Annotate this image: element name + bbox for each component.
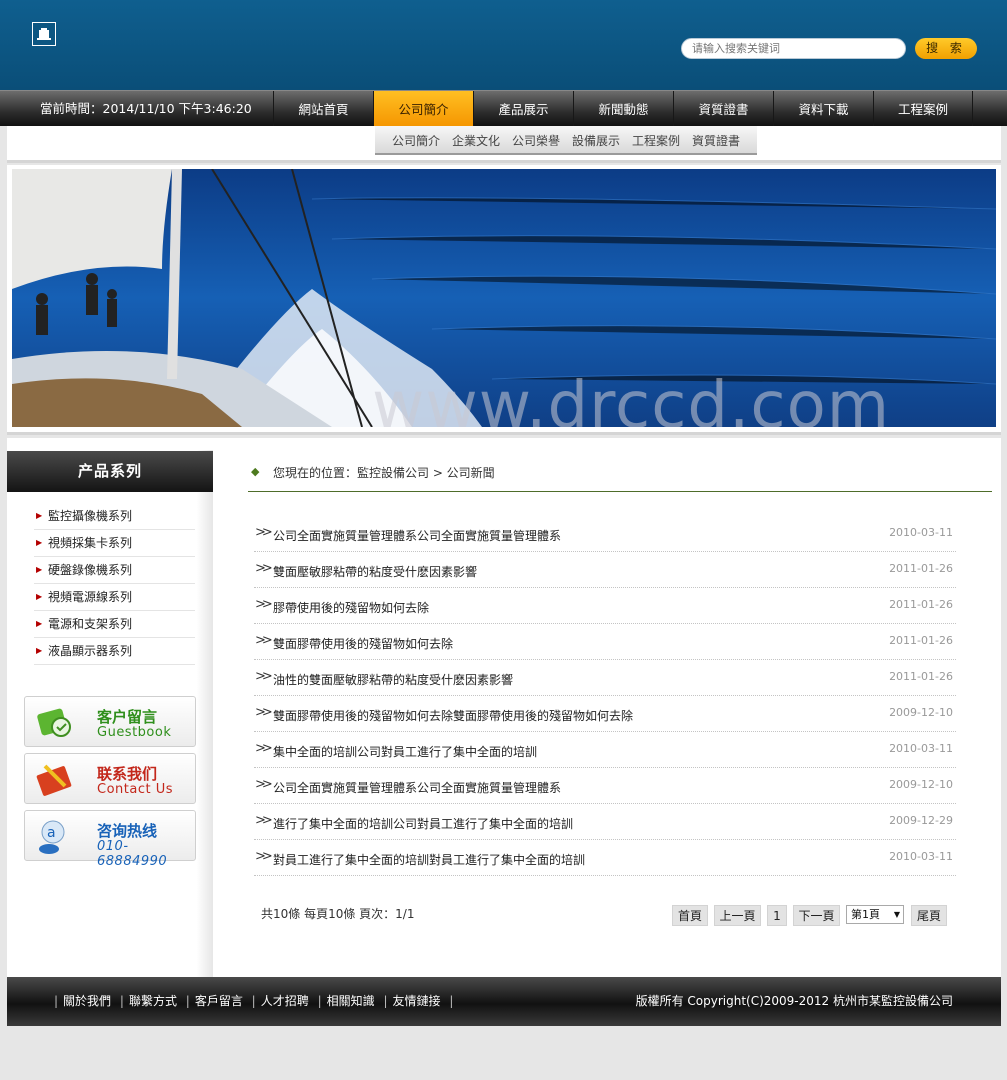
- page-select[interactable]: 第1頁 ▼: [846, 905, 904, 924]
- nav-item-downloads[interactable]: 資料下載: [773, 91, 873, 127]
- subnav-item-equipment[interactable]: 設備展示: [572, 126, 620, 153]
- news-list: >> 公司全面實施質量管理體系公司全面實施質量管理體系 2010-03-11 >> 雙…: [254, 516, 956, 876]
- current-page[interactable]: 1: [767, 905, 787, 926]
- contact-us-button[interactable]: 联系我们 Contact Us: [24, 753, 196, 804]
- footer-link-about[interactable]: 關於我們: [63, 994, 111, 1008]
- nav-item-certificates[interactable]: 資質證書: [673, 91, 773, 127]
- news-item[interactable]: >> 公司全面實施質量管理體系公司全面實施質量管理體系 2010-03-11: [254, 516, 956, 552]
- news-item[interactable]: >> 公司全面實施質量管理體系公司全面實施質量管理體系 2009-12-10: [254, 768, 956, 804]
- double-chevron-icon: >>: [255, 525, 273, 540]
- sidebar-item-dvr[interactable]: ▶ 硬盤錄像機系列: [34, 557, 195, 584]
- news-item[interactable]: >> 集中全面的培訓公司對員工進行了集中全面的培訓 2010-03-11: [254, 732, 956, 768]
- nav-item-products[interactable]: 產品展示: [473, 91, 573, 127]
- double-chevron-icon: >>: [255, 597, 273, 612]
- breadcrumb: ◆ 您現在的位置：監控設備公司 > 公司新聞: [248, 459, 992, 492]
- sidebar-item-power-mounts[interactable]: ▶ 電源和支架系列: [34, 611, 195, 638]
- news-item[interactable]: >> 雙面膠帶使用後的殘留物如何去除雙面膠帶使用後的殘留物如何去除 2009-12-…: [254, 696, 956, 732]
- first-page-button[interactable]: 首頁: [672, 905, 708, 926]
- arrow-right-icon: ▶: [36, 592, 43, 601]
- current-time: 當前時間：2014/11/10 下午3:46:20: [40, 101, 252, 116]
- last-page-button[interactable]: 尾頁: [911, 905, 947, 926]
- footer-link-jobs[interactable]: 人才招聘: [261, 994, 309, 1008]
- news-item[interactable]: >> 油性的雙面壓敏膠粘帶的粘度受什麽因素影響 2011-01-26: [254, 660, 956, 696]
- caret-down-icon: ▼: [893, 910, 900, 919]
- subnav-item-culture[interactable]: 企業文化: [452, 126, 500, 153]
- search-input[interactable]: [681, 38, 906, 59]
- news-item[interactable]: >> 雙面壓敏膠粘帶的粘度受什麽因素影響 2011-01-26: [254, 552, 956, 588]
- arrow-right-icon: ▶: [36, 619, 43, 628]
- double-chevron-icon: >>: [255, 813, 273, 828]
- breadcrumb-text: 您現在的位置：監控設備公司 > 公司新聞: [273, 466, 495, 480]
- subnav-item-honors[interactable]: 公司榮譽: [512, 126, 560, 153]
- double-chevron-icon: >>: [255, 777, 273, 792]
- prev-page-button[interactable]: 上一頁: [714, 905, 761, 926]
- news-item[interactable]: >> 對員工進行了集中全面的培訓對員工進行了集中全面的培訓 2010-03-11: [254, 840, 956, 876]
- footer: | 關於我們 | 聯繫方式 | 客戶留言 | 人才招聘 | 相關知識 | 友情鏈接 | 版權…: [7, 977, 1001, 1026]
- nav-item-news[interactable]: 新聞動態: [573, 91, 673, 127]
- double-chevron-icon: >>: [255, 561, 273, 576]
- support-agent-icon: a: [39, 820, 65, 854]
- sidebar-item-cameras[interactable]: ▶ 監控攝像機系列: [34, 503, 195, 530]
- subnav-item-about[interactable]: 公司簡介: [392, 126, 440, 153]
- arrow-right-icon: ▶: [36, 538, 43, 547]
- sidebar-title: 产品系列: [7, 451, 213, 492]
- subnav-item-cases[interactable]: 工程案例: [632, 126, 680, 153]
- hotline-button[interactable]: a 咨询热线 010-68884990: [24, 810, 196, 869]
- next-page-button[interactable]: 下一頁: [793, 905, 840, 926]
- main-nav: 當前時間：2014/11/10 下午3:46:20 網站首頁 公司簡介 產品展示…: [0, 90, 1007, 127]
- news-item[interactable]: >> 進行了集中全面的培訓公司對員工進行了集中全面的培訓 2009-12-29: [254, 804, 956, 840]
- svg-text:a: a: [47, 825, 56, 841]
- pagination-info: 共10條 每頁10條 頁次：1/1: [261, 907, 415, 921]
- double-chevron-icon: >>: [255, 741, 273, 756]
- sidebar-item-lcd[interactable]: ▶ 液晶顯示器系列: [34, 638, 195, 665]
- footer-links: | 關於我們 | 聯繫方式 | 客戶留言 | 人才招聘 | 相關知識 | 友情鏈接 |: [54, 994, 454, 1008]
- subnav-item-certificates[interactable]: 資質證書: [692, 126, 740, 153]
- double-chevron-icon: >>: [255, 849, 273, 864]
- diamond-icon: ◆: [251, 465, 260, 478]
- banner-watermark: www.drccd.com: [372, 369, 891, 427]
- news-item[interactable]: >> 雙面膠帶使用後的殘留物如何去除 2011-01-26: [254, 624, 956, 660]
- footer-link-knowledge[interactable]: 相關知識: [327, 994, 375, 1008]
- subnav: 公司簡介 企業文化 公司榮譽 設備展示 工程案例 資質證書: [375, 126, 757, 155]
- copyright: 版權所有 Copyright(C)2009-2012 杭州市某監控設備公司: [635, 994, 953, 1008]
- footer-link-contact[interactable]: 聯繫方式: [129, 994, 177, 1008]
- footer-link-guestbook[interactable]: 客戶留言: [195, 994, 243, 1008]
- search-button[interactable]: 搜 索: [915, 38, 977, 59]
- footer-link-friends[interactable]: 友情鏈接: [393, 994, 441, 1008]
- banner-image: www.drccd.com: [12, 169, 996, 427]
- news-item[interactable]: >> 膠帶使用後的殘留物如何去除 2011-01-26: [254, 588, 956, 624]
- nav-item-home[interactable]: 網站首頁: [273, 91, 373, 127]
- sidebar-item-capture-cards[interactable]: ▶ 視頻採集卡系列: [34, 530, 195, 557]
- guestbook-icon: [37, 708, 71, 737]
- product-category-list: ▶ 監控攝像機系列 ▶ 視頻採集卡系列 ▶ 硬盤錄像機系列 ▶ 視頻電源線系列 ▶ 電源和…: [34, 503, 195, 665]
- nav-item-cases[interactable]: 工程案例: [873, 91, 973, 127]
- nav-item-about[interactable]: 公司簡介: [373, 91, 473, 127]
- arrow-right-icon: ▶: [36, 565, 43, 574]
- double-chevron-icon: >>: [255, 669, 273, 684]
- header: 搜 索: [0, 0, 1007, 90]
- arrow-right-icon: ▶: [36, 646, 43, 655]
- arrow-right-icon: ▶: [36, 511, 43, 520]
- sidebar-item-cables[interactable]: ▶ 視頻電源線系列: [34, 584, 195, 611]
- guestbook-button[interactable]: 客户留言 Guestbook: [24, 696, 196, 747]
- double-chevron-icon: >>: [255, 633, 273, 648]
- double-chevron-icon: >>: [255, 705, 273, 720]
- logo-icon[interactable]: [32, 22, 56, 46]
- envelope-icon: [36, 764, 72, 796]
